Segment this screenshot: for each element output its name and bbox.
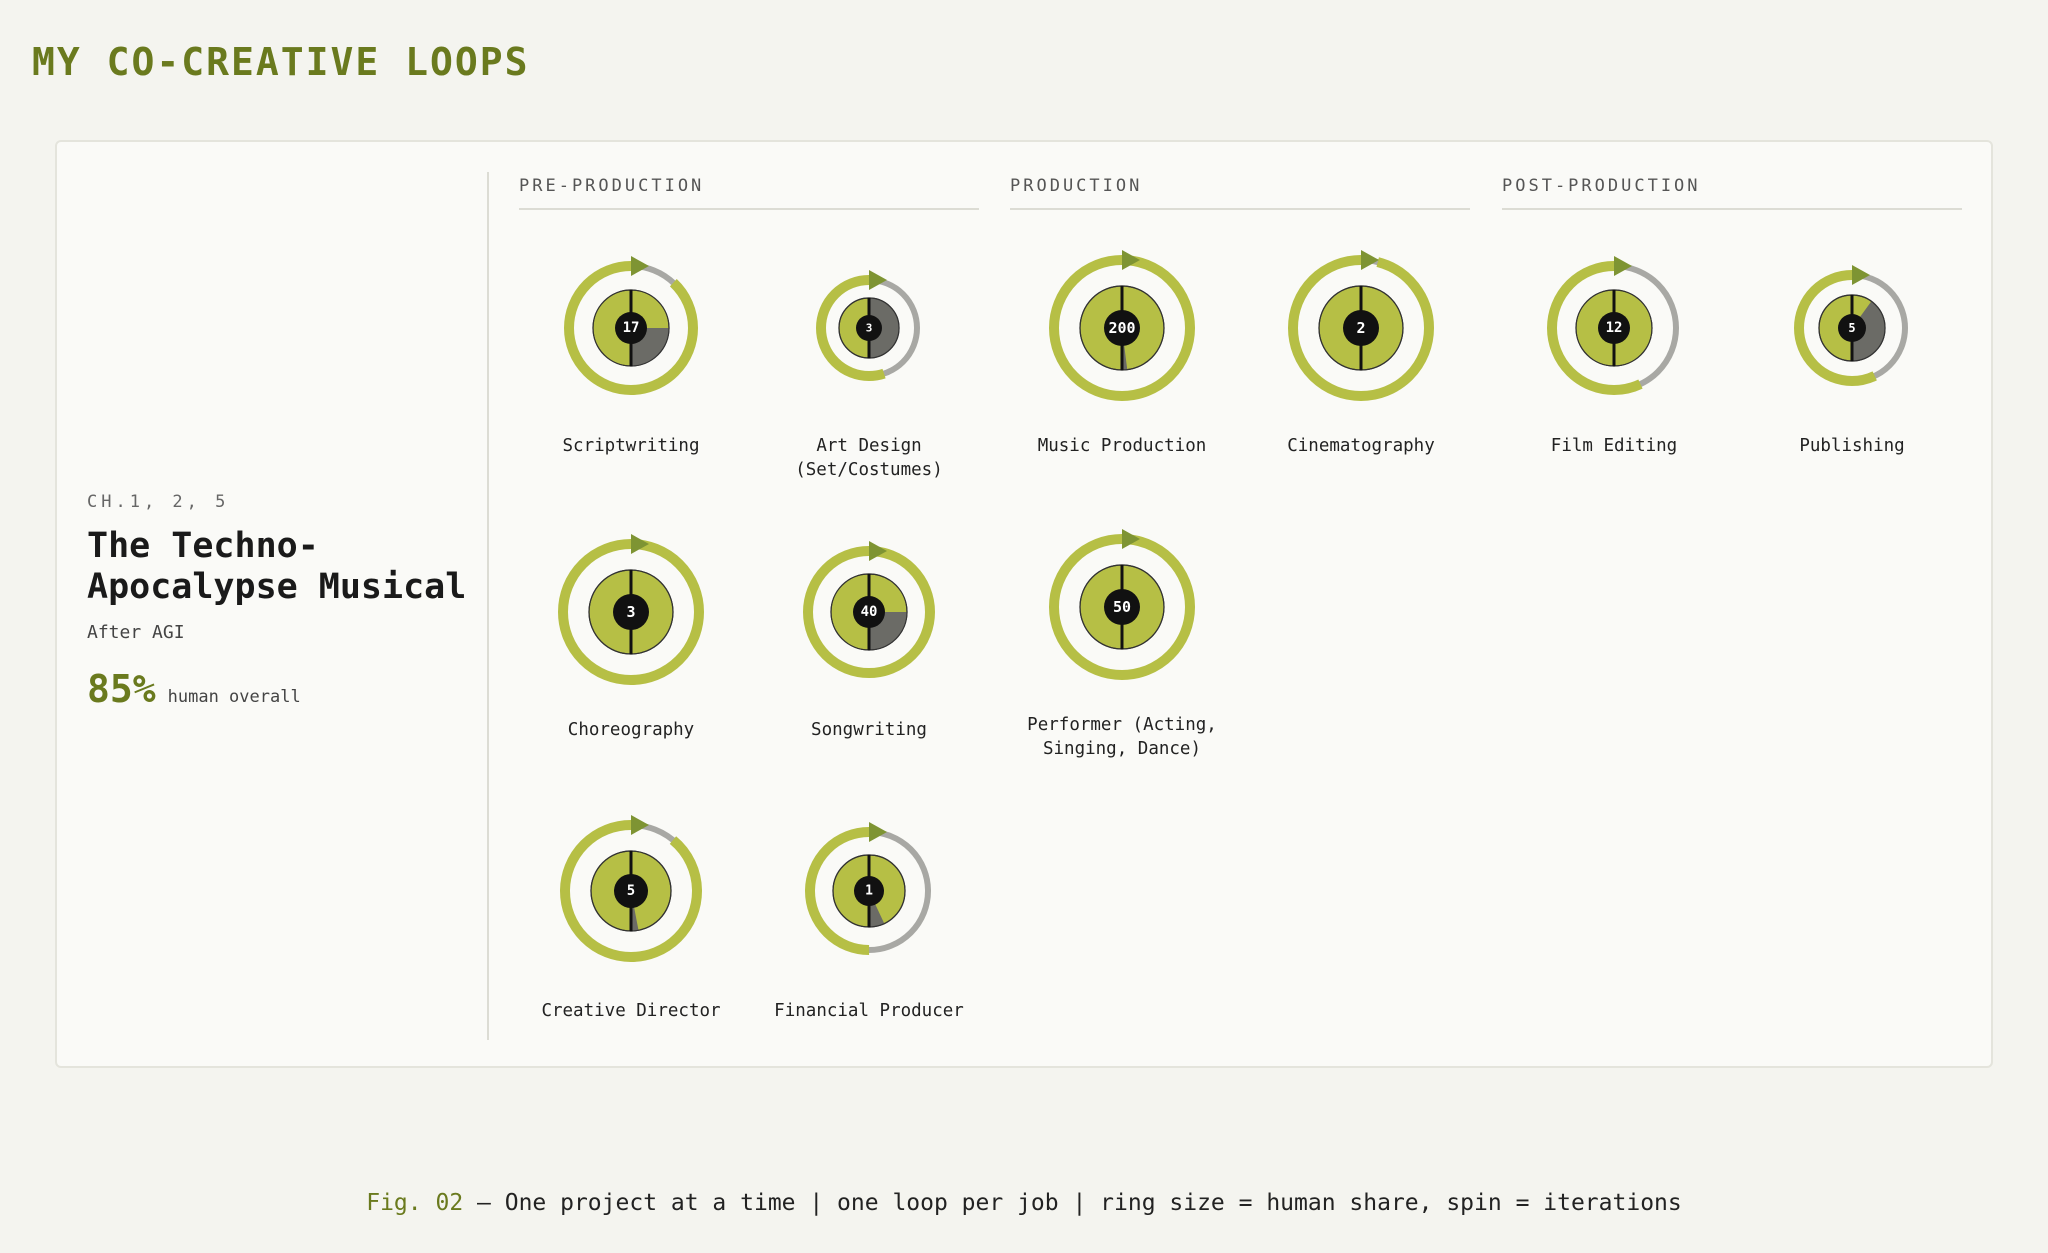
loop-label: Publishing <box>1799 436 1905 456</box>
spin-arrow-icon <box>1122 250 1140 270</box>
spin-arrow-icon <box>1122 529 1140 549</box>
spin-arrow-icon <box>869 822 887 842</box>
loop-label: Art Design (Set/Costumes) <box>795 436 943 480</box>
iteration-count: 1 <box>865 884 873 899</box>
spin-arrow-icon <box>631 815 649 835</box>
figure-caption-text: — One project at a time | one loop per j… <box>477 1190 1682 1216</box>
panel-divider <box>487 172 489 1040</box>
loop-svg: 40 <box>803 541 935 678</box>
spin-arrow-icon <box>631 256 649 276</box>
project-title: The Techno-Apocalypse Musical <box>87 526 467 607</box>
iteration-count: 40 <box>861 604 878 620</box>
loop-label: Creative Director <box>541 1001 721 1021</box>
spin-arrow-icon <box>1361 250 1379 270</box>
iteration-count: 5 <box>1848 321 1855 335</box>
loop-label: Songwriting <box>811 720 927 740</box>
page-title: MY CO-CREATIVE LOOPS <box>32 40 530 84</box>
iteration-count: 12 <box>1606 320 1623 336</box>
loop-svg: 12 <box>1547 256 1681 395</box>
project-subtitle: After AGI <box>87 622 185 643</box>
loop-svg: 17 <box>564 256 698 395</box>
figure-number: Fig. 02 <box>366 1190 464 1216</box>
human-overall-value: 85% <box>87 667 156 711</box>
iteration-count: 2 <box>1356 319 1365 337</box>
iteration-count: 200 <box>1108 319 1135 337</box>
phase-production: PRODUCTION <box>1010 176 1470 210</box>
iteration-count: 5 <box>627 883 635 899</box>
loop-svg: 1 <box>805 822 933 955</box>
loop-label: Financial Producer <box>774 1001 964 1021</box>
phase-pre-production: PRE-PRODUCTION <box>519 176 979 210</box>
loop-svg: 3 <box>558 534 704 685</box>
loop-label: Performer (Acting, Singing, Dance) <box>1027 715 1217 759</box>
loop-svg: 5 <box>560 815 702 962</box>
spin-arrow-icon <box>869 270 887 290</box>
loop-svg: 5 <box>1794 265 1910 386</box>
loop-label: Film Editing <box>1550 436 1678 456</box>
loop-svg: 50 <box>1049 529 1195 680</box>
human-overall-stat: 85% human overall <box>87 667 487 711</box>
project-chapters: CH.1, 2, 5 <box>87 492 230 512</box>
iteration-count: 50 <box>1113 598 1131 616</box>
project-info: CH.1, 2, 5 The Techno-Apocalypse Musical… <box>87 492 487 711</box>
loop-svg: 200 <box>1049 250 1195 401</box>
loop-label: Cinematography <box>1287 436 1435 456</box>
loop-label: Music Production <box>1037 436 1207 456</box>
figure-caption: Fig. 02 — One project at a time | one lo… <box>0 1190 2048 1216</box>
phase-post-production: POST-PRODUCTION <box>1502 176 1962 210</box>
loop-label: Scriptwriting <box>562 436 700 456</box>
iteration-count: 3 <box>626 603 635 621</box>
iteration-count: 3 <box>866 322 873 335</box>
human-overall-label: human overall <box>167 687 301 707</box>
spin-arrow-icon <box>631 534 649 554</box>
spin-arrow-icon <box>1852 265 1870 285</box>
loop-label: Choreography <box>567 720 695 740</box>
spin-arrow-icon <box>1614 256 1632 276</box>
loop-svg: 2 <box>1288 250 1434 401</box>
iteration-count: 17 <box>623 320 640 336</box>
loop-svg: 3 <box>816 270 922 381</box>
